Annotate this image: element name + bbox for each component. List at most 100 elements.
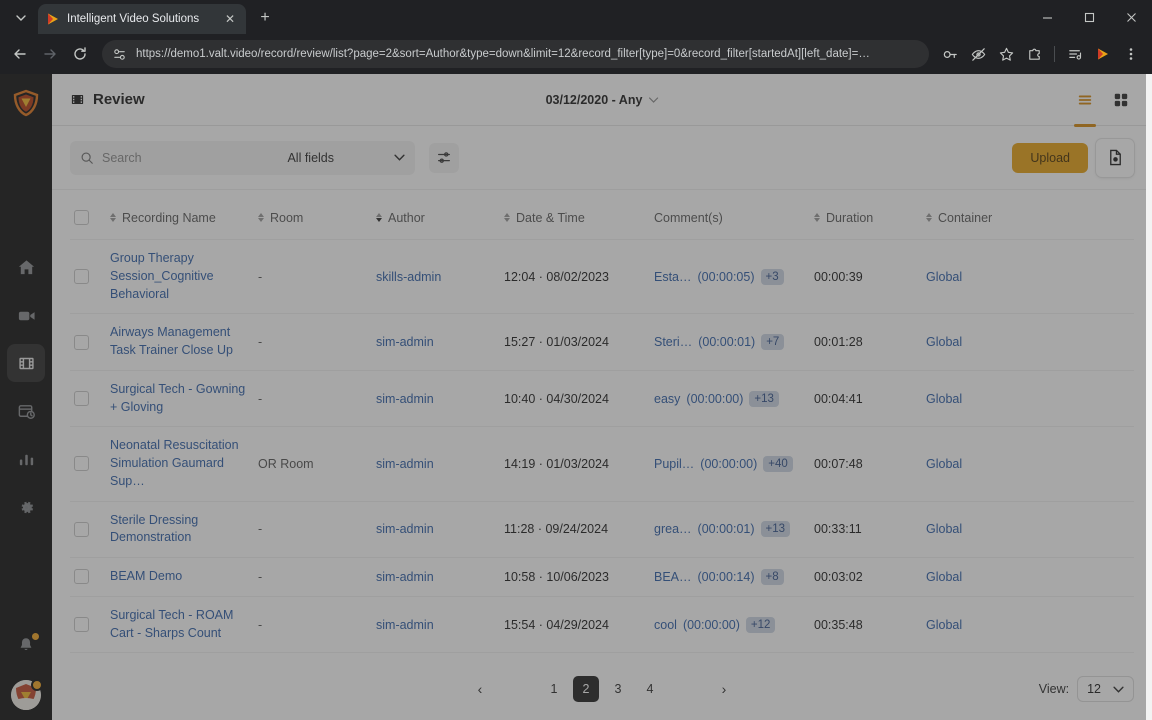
- comment-more-badge[interactable]: +13: [749, 390, 779, 407]
- table-row[interactable]: Sterile Dressing Demonstration - sim-admin…: [70, 501, 1134, 558]
- reload-icon[interactable]: [66, 40, 94, 68]
- recording-name[interactable]: Surgical Tech - ROAM Cart - Sharps Count: [106, 596, 254, 653]
- file-export-icon[interactable]: [1096, 138, 1134, 177]
- key-icon[interactable]: [937, 41, 963, 67]
- table-row[interactable]: Surgical Tech - ROAM Cart - Sharps Count…: [70, 596, 1134, 653]
- next-page-button[interactable]: ›: [709, 676, 739, 702]
- comment-more-badge[interactable]: +40: [763, 455, 793, 472]
- extensions-icon[interactable]: [1021, 41, 1047, 67]
- sidebar-item-settings[interactable]: [7, 488, 45, 526]
- media-list-icon[interactable]: [1062, 41, 1088, 67]
- upload-button[interactable]: Upload: [1012, 142, 1088, 173]
- sidebar-item-schedule[interactable]: [7, 392, 45, 430]
- container[interactable]: Global: [922, 370, 1134, 427]
- grid-view-icon[interactable]: [1108, 87, 1134, 113]
- prev-page-button[interactable]: ‹: [465, 676, 495, 702]
- sidebar-item-review[interactable]: [7, 344, 45, 382]
- table-row[interactable]: Surgical Tech - Gowning + Gloving - sim-ad…: [70, 370, 1134, 427]
- comment-more-badge[interactable]: +3: [760, 268, 784, 285]
- comment-more-badge[interactable]: +7: [761, 334, 785, 350]
- sidebar-item-reports[interactable]: [7, 440, 45, 478]
- star-icon[interactable]: [993, 41, 1019, 67]
- comments-cell[interactable]: BEA… (00:00:14) +8: [650, 558, 810, 597]
- browser-tab[interactable]: Intelligent Video Solutions ✕: [38, 4, 246, 34]
- field-select[interactable]: All fields: [273, 151, 405, 165]
- row-checkbox[interactable]: [74, 617, 89, 632]
- container[interactable]: Global: [922, 240, 1134, 314]
- column-header-room[interactable]: Room: [254, 202, 372, 240]
- row-checkbox[interactable]: [74, 269, 89, 285]
- forward-icon[interactable]: [36, 40, 64, 68]
- sidebar-item-live[interactable]: [7, 296, 45, 334]
- author[interactable]: skills-admin: [372, 240, 500, 314]
- container[interactable]: Global: [922, 501, 1134, 558]
- author[interactable]: sim-admin: [372, 501, 500, 558]
- row-checkbox[interactable]: [74, 334, 89, 350]
- list-view-icon[interactable]: [1072, 87, 1098, 127]
- recording-name[interactable]: Group Therapy Session_Cognitive Behavior…: [106, 240, 254, 314]
- select-all-checkbox[interactable]: [74, 210, 89, 225]
- close-icon[interactable]: ✕: [222, 11, 238, 27]
- author[interactable]: sim-admin: [372, 370, 500, 427]
- filter-sliders-icon[interactable]: [429, 142, 459, 173]
- valt-play-icon[interactable]: [1090, 41, 1116, 67]
- search-input[interactable]: [102, 150, 266, 165]
- row-checkbox[interactable]: [74, 521, 89, 537]
- container[interactable]: Global: [922, 596, 1134, 653]
- close-window-icon[interactable]: [1110, 0, 1152, 34]
- page-button-4[interactable]: 4: [637, 676, 663, 702]
- recording-name[interactable]: Airways Management Task Trainer Close Up: [106, 314, 254, 371]
- row-checkbox[interactable]: [74, 569, 89, 585]
- comments-cell[interactable]: grea… (00:00:01) +13: [650, 501, 810, 558]
- maximize-icon[interactable]: [1068, 0, 1110, 34]
- column-header-duration[interactable]: Duration: [810, 202, 922, 240]
- table-row[interactable]: Group Therapy Session_Cognitive Behavior…: [70, 239, 1134, 314]
- page-button-3[interactable]: 3: [605, 676, 631, 702]
- valt-shield-logo[interactable]: [9, 86, 43, 120]
- comments-cell[interactable]: cool (00:00:00) +12: [650, 596, 810, 653]
- eye-slash-icon[interactable]: [965, 41, 991, 67]
- kebab-menu-icon[interactable]: [1118, 41, 1144, 67]
- date-filter[interactable]: 03/12/2020 - Any: [546, 93, 659, 107]
- comments-cell[interactable]: easy (00:00:00) +13: [650, 370, 810, 427]
- recording-name[interactable]: Sterile Dressing Demonstration: [106, 501, 254, 558]
- author[interactable]: sim-admin: [372, 596, 500, 653]
- comments-cell[interactable]: Esta… (00:00:05) +3: [650, 240, 810, 314]
- page-button-1[interactable]: 1: [541, 676, 567, 702]
- container[interactable]: Global: [922, 558, 1134, 597]
- author[interactable]: sim-admin: [372, 314, 500, 371]
- column-header-name[interactable]: Recording Name: [106, 202, 254, 240]
- page-settings-icon[interactable]: [112, 47, 127, 62]
- table-row[interactable]: Neonatal Resuscitation Simulation Gaumar…: [70, 426, 1134, 501]
- column-header-date[interactable]: Date & Time: [500, 202, 650, 240]
- sidebar-item-home[interactable]: [7, 248, 45, 286]
- new-tab-button[interactable]: +: [252, 5, 278, 31]
- recording-name[interactable]: BEAM Demo: [106, 558, 254, 597]
- comments-cell[interactable]: Pupil… (00:00:00) +40: [650, 427, 810, 501]
- tab-search-button[interactable]: [8, 5, 34, 31]
- search-bar[interactable]: All fields: [70, 140, 415, 175]
- column-header-author[interactable]: Author: [372, 202, 500, 240]
- page-button-2[interactable]: 2: [573, 676, 599, 702]
- comments-cell[interactable]: Steri… (00:00:01) +7: [650, 314, 810, 371]
- comment-more-badge[interactable]: +12: [745, 616, 776, 633]
- back-icon[interactable]: [6, 40, 34, 68]
- table-row[interactable]: Airways Management Task Trainer Close Up…: [70, 313, 1134, 371]
- view-count-select[interactable]: 12: [1077, 676, 1134, 702]
- author[interactable]: sim-admin: [372, 427, 500, 501]
- notifications-button[interactable]: [7, 626, 45, 664]
- table-row[interactable]: BEAM Demo - sim-admin 10:58 · 10/06/2023 BEA…: [70, 557, 1134, 597]
- comment-more-badge[interactable]: +8: [760, 568, 784, 585]
- row-checkbox[interactable]: [74, 391, 89, 406]
- comment-more-badge[interactable]: +13: [760, 521, 791, 538]
- column-header-container[interactable]: Container: [922, 202, 1134, 240]
- minimize-icon[interactable]: [1026, 0, 1068, 34]
- container[interactable]: Global: [922, 427, 1134, 501]
- row-checkbox[interactable]: [74, 456, 89, 472]
- container[interactable]: Global: [922, 314, 1134, 371]
- address-bar[interactable]: https://demo1.valt.video/record/review/l…: [102, 40, 929, 68]
- recording-name[interactable]: Neonatal Resuscitation Simulation Gaumar…: [106, 427, 254, 501]
- recording-name[interactable]: Surgical Tech - Gowning + Gloving: [106, 370, 254, 427]
- avatar[interactable]: [11, 679, 43, 710]
- author[interactable]: sim-admin: [372, 558, 500, 597]
